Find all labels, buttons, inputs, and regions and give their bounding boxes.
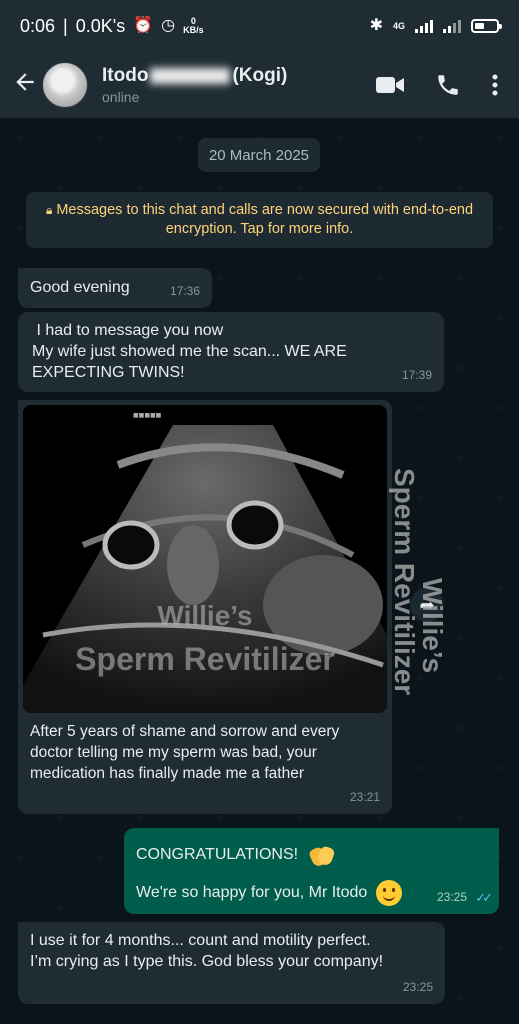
avatar[interactable] <box>42 62 88 108</box>
read-ticks-icon: ✓✓ <box>475 890 493 905</box>
message-time: 17:36 <box>169 284 200 298</box>
side-watermark: Willie’s <box>417 578 448 674</box>
bluetooth-icon: ✱ <box>369 17 383 34</box>
message-incoming[interactable]: I had to message you now My wife just sh… <box>18 312 444 392</box>
encryption-notice[interactable]: 🔒︎ Messages to this chat and calls are no… <box>26 192 493 248</box>
message-time: 23:21 <box>349 790 380 804</box>
signal-icon <box>415 19 433 33</box>
alarm-icon: ⏰ <box>133 17 154 34</box>
redacted-name <box>150 67 231 84</box>
chat-area[interactable]: 20 March 2025 🔒︎ Messages to this chat an… <box>0 118 519 1024</box>
message-text: I’m crying as I type this. God bless you… <box>30 953 384 970</box>
phone-icon[interactable] <box>435 72 461 98</box>
message-incoming[interactable]: I use it for 4 months... count and motil… <box>18 922 445 1004</box>
message-text: We're so happy for you, Mr Itodo <box>136 880 487 906</box>
svg-text:■■■■■: ■■■■■ <box>133 412 162 419</box>
video-call-icon[interactable] <box>375 74 405 96</box>
back-arrow-icon[interactable] <box>12 69 42 102</box>
more-vert-icon[interactable] <box>491 73 499 97</box>
message-image[interactable]: ■■■■■ Willie’s Sperm Revitilizer After 5… <box>18 400 392 814</box>
contact-status: online <box>102 89 140 105</box>
message-text: I use it for 4 months... count and motil… <box>30 932 371 949</box>
message-text: Good evening <box>30 279 130 296</box>
message-outgoing[interactable]: CONGRATULATIONS! We're so happy for you,… <box>124 828 499 914</box>
battery-icon <box>471 19 502 33</box>
image-watermark: Willie’s <box>157 600 253 631</box>
lock-icon: 🔒︎ <box>45 203 53 217</box>
date-chip: 20 March 2025 <box>198 138 320 172</box>
contact-name: Itodo (Kogi) <box>102 65 288 86</box>
message-text: My wife just showed me the scan... WE AR… <box>32 343 347 381</box>
clapping-hands-icon <box>307 842 337 868</box>
kb-indicator: 0 KB/s <box>183 16 204 35</box>
message-time: 23:25 <box>436 890 467 904</box>
status-time: 0:06 <box>20 15 56 36</box>
contact-info[interactable]: Itodo (Kogi) online <box>102 65 287 105</box>
network-type: 4G <box>392 21 405 31</box>
image-caption: After 5 years of shame and sorrow and ev… <box>30 723 340 782</box>
image-watermark: Sperm Revitilizer <box>75 641 335 677</box>
smiley-icon <box>375 880 402 906</box>
chat-header: Itodo (Kogi) online <box>0 52 519 118</box>
status-bar: 0:06 | 0.0K's ⏰ ◷ 0 KB/s ✱ 4G <box>0 0 519 52</box>
message-time: 17:39 <box>401 368 432 382</box>
ultrasound-image[interactable]: ■■■■■ Willie’s Sperm Revitilizer <box>23 405 387 713</box>
network-speed: 0.0K's <box>75 15 126 36</box>
signal-icon-2 <box>443 19 461 33</box>
message-incoming[interactable]: Good evening 17:36 <box>18 268 212 308</box>
message-time: 23:25 <box>402 980 433 994</box>
clock-icon: ◷ <box>161 17 176 34</box>
message-text: I had to message you now <box>36 322 224 339</box>
message-text: CONGRATULATIONS! <box>136 842 487 868</box>
